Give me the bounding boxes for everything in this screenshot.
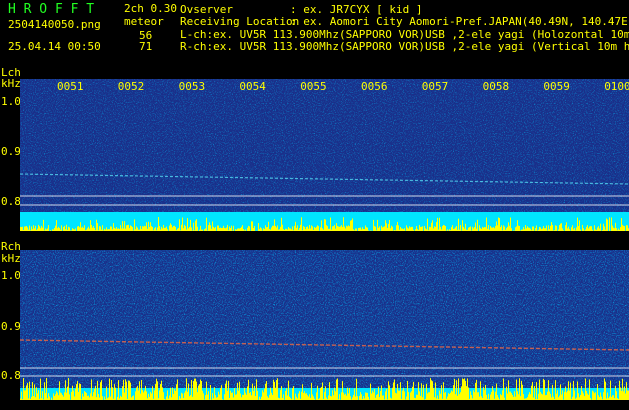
location-label: Receiving Location bbox=[180, 15, 300, 28]
time-label-0053: 0053 bbox=[178, 80, 206, 93]
time-label-0055: 0055 bbox=[300, 80, 327, 93]
rch-ytick-0.8: 0.8 bbox=[1, 369, 21, 382]
app-title: H R O F F T bbox=[8, 2, 95, 17]
time-label-0058: 0058 bbox=[482, 80, 510, 93]
meteor-label: meteor bbox=[124, 15, 164, 28]
location-value: : ex. Aomori City Aomori-Pref.JAPAN(40.4… bbox=[290, 15, 629, 28]
time-label-0059: 0059 bbox=[543, 80, 570, 93]
rch-ytick-1.0: 1.0 bbox=[1, 269, 21, 282]
observer-value: : ex. JR7CYX [ kid ] bbox=[290, 3, 423, 16]
time-label-0052: 0052 bbox=[117, 80, 145, 93]
lch-spectrogram bbox=[20, 79, 629, 231]
rch-count: 71 bbox=[139, 40, 153, 53]
rch-spectrogram bbox=[20, 250, 629, 400]
time-label-0100: 0100 bbox=[604, 80, 629, 93]
lch-ytick-0.8: 0.8 bbox=[1, 195, 21, 208]
mode-label: 2ch 0.30 bbox=[124, 2, 177, 15]
lch-ytick-1.0: 1.0 bbox=[1, 95, 21, 108]
observer-label: Ovserver bbox=[180, 3, 233, 16]
time-label-0054: 0054 bbox=[239, 80, 266, 93]
rch-info: R-ch:ex. UV5R 113.900Mhz(SAPPORO VOR)USB… bbox=[180, 41, 629, 52]
hrofft-window: H R O F F T 2ch 0.30 meteor 2504140050.p… bbox=[0, 0, 629, 410]
rch-unit: kHz bbox=[1, 252, 21, 265]
time-label-0051: 0051 bbox=[57, 80, 84, 93]
rch-ytick-0.9: 0.9 bbox=[1, 320, 21, 333]
rch-label: Rch bbox=[1, 240, 21, 253]
time-label-0056: 0056 bbox=[361, 80, 388, 93]
lch-ytick-0.9: 0.9 bbox=[1, 145, 21, 158]
lch-info: L-ch:ex. UV5R 113.900Mhz(SAPPORO VOR)USB… bbox=[180, 29, 629, 40]
filename: 2504140050.png bbox=[8, 18, 101, 31]
time-label-0057: 0057 bbox=[421, 80, 449, 93]
lch-unit: kHz bbox=[1, 77, 21, 90]
datetime: 25.04.14 00:50 bbox=[8, 40, 101, 53]
